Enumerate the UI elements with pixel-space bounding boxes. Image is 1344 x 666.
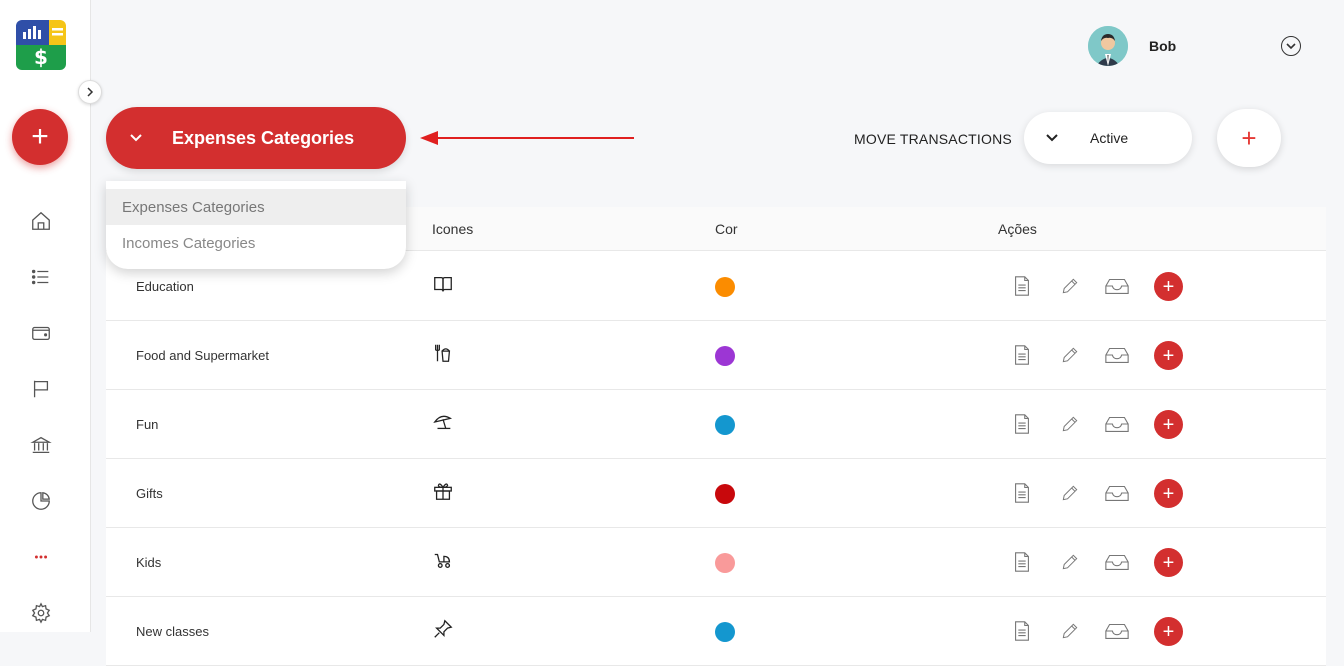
category-color-dot xyxy=(715,484,735,504)
add-subcategory-button[interactable]: + xyxy=(1154,272,1183,301)
edit-icon[interactable] xyxy=(1058,619,1082,643)
add-subcategory-button[interactable]: + xyxy=(1154,341,1183,370)
category-type-label: Expenses Categories xyxy=(172,127,355,148)
pie-chart-icon[interactable] xyxy=(29,489,53,513)
user-dropdown-button[interactable] xyxy=(1281,36,1301,56)
chevron-down-icon xyxy=(1286,43,1296,50)
category-type-select[interactable]: Expenses Categories xyxy=(106,107,406,169)
category-color-dot xyxy=(715,277,735,297)
archive-icon[interactable] xyxy=(1102,481,1132,505)
table-row: Fun + xyxy=(106,390,1326,459)
edit-icon[interactable] xyxy=(1058,481,1082,505)
edit-icon[interactable] xyxy=(1058,412,1082,436)
header-actions: Ações xyxy=(998,221,1037,237)
add-subcategory-button[interactable]: + xyxy=(1154,479,1183,508)
category-color-dot xyxy=(715,415,735,435)
fork-cup-icon xyxy=(432,342,456,366)
gift-icon xyxy=(432,480,456,504)
chevron-right-icon xyxy=(87,87,94,97)
app-logo[interactable]: $ xyxy=(16,20,66,70)
details-icon[interactable] xyxy=(1010,550,1034,574)
add-subcategory-button[interactable]: + xyxy=(1154,548,1183,577)
status-select[interactable]: Active xyxy=(1024,112,1192,164)
book-icon xyxy=(432,273,456,297)
settings-icon[interactable] xyxy=(29,601,53,625)
category-name: Gifts xyxy=(136,486,163,501)
add-subcategory-button[interactable]: + xyxy=(1154,410,1183,439)
wallet-icon[interactable] xyxy=(29,321,53,345)
add-category-button[interactable]: + xyxy=(1217,109,1281,167)
quick-add-button[interactable]: + xyxy=(12,109,68,165)
flag-icon[interactable] xyxy=(29,377,53,401)
category-name: Education xyxy=(136,279,194,294)
archive-icon[interactable] xyxy=(1102,550,1132,574)
status-label: Active xyxy=(1090,130,1129,146)
sidebar-collapse-button[interactable] xyxy=(78,80,102,104)
edit-icon[interactable] xyxy=(1058,343,1082,367)
table-row: Kids + xyxy=(106,528,1326,597)
move-transactions-link[interactable]: MOVE TRANSACTIONS xyxy=(854,131,1012,147)
dropdown-option-incomes[interactable]: Incomes Categories xyxy=(106,225,406,261)
details-icon[interactable] xyxy=(1010,412,1034,436)
bank-icon[interactable] xyxy=(29,433,53,457)
category-type-dropdown: Expenses Categories Incomes Categories xyxy=(106,181,406,269)
archive-icon[interactable] xyxy=(1102,274,1132,298)
details-icon[interactable] xyxy=(1010,274,1034,298)
edit-icon[interactable] xyxy=(1058,550,1082,574)
avatar xyxy=(1088,26,1128,66)
category-name: Kids xyxy=(136,555,162,570)
pin-icon xyxy=(432,618,456,642)
username: Bob xyxy=(1149,38,1177,54)
table-row: Food and Supermarket + xyxy=(106,321,1326,390)
category-color-dot xyxy=(715,346,735,366)
archive-icon[interactable] xyxy=(1102,412,1132,436)
archive-icon[interactable] xyxy=(1102,343,1132,367)
header-color: Cor xyxy=(715,221,738,237)
dropdown-option-expenses[interactable]: Expenses Categories xyxy=(106,189,406,225)
details-icon[interactable] xyxy=(1010,481,1034,505)
annotation-arrow xyxy=(420,131,634,145)
stroller-icon xyxy=(432,549,456,573)
chevron-down-icon xyxy=(116,133,156,143)
category-name: Food and Supermarket xyxy=(136,348,269,363)
header-icons: Icones xyxy=(432,221,474,237)
details-icon[interactable] xyxy=(1010,343,1034,367)
user-menu[interactable]: Bob xyxy=(1088,26,1176,66)
list-icon[interactable] xyxy=(29,265,53,289)
home-icon[interactable] xyxy=(29,209,53,233)
category-color-dot xyxy=(715,622,735,642)
table-row: Gifts + xyxy=(106,459,1326,528)
beach-umbrella-icon xyxy=(432,411,456,435)
categories-table: Icones Cor Ações Education + Food and Supe… xyxy=(106,207,1326,666)
chevron-down-icon xyxy=(1032,133,1072,143)
category-name: Fun xyxy=(136,417,159,432)
edit-icon[interactable] xyxy=(1058,274,1082,298)
category-color-dot xyxy=(715,553,735,573)
archive-icon[interactable] xyxy=(1102,619,1132,643)
details-icon[interactable] xyxy=(1010,619,1034,643)
more-icon[interactable] xyxy=(29,545,53,569)
